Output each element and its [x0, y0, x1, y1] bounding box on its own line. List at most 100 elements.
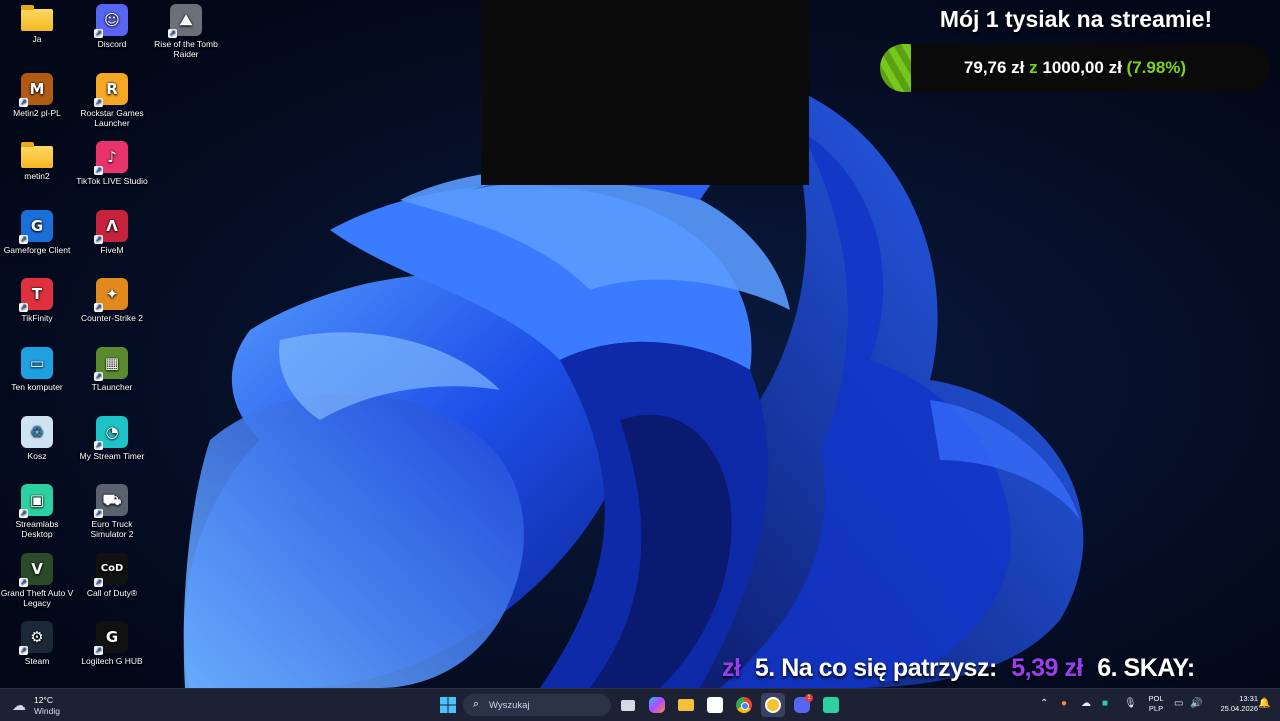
desktop-icon-rise-of-the-tomb-raider[interactable]: ⛰ ↗ Rise of the Tomb Raider	[149, 0, 223, 59]
desktop-icon-label: Counter-Strike 2	[81, 313, 143, 323]
desktop-icon-label: Ten komputer	[11, 382, 63, 392]
shortcut-arrow-icon: ↗	[94, 303, 103, 312]
desktop-icon-ja[interactable]: Ja	[0, 0, 74, 44]
desktop-icon-tiktok-live-studio[interactable]: ♪ ↗ TikTok LIVE Studio	[75, 137, 149, 186]
ticker-item-amount: 5,39 zł	[1011, 654, 1083, 682]
shortcut-arrow-icon: ↗	[168, 29, 177, 38]
hidden-window-overlay	[481, 0, 809, 185]
start-button[interactable]	[436, 693, 460, 717]
desktop-icon-ten-komputer[interactable]: ▭ Ten komputer	[0, 343, 74, 392]
desktop-icon-discord[interactable]: ☺ ↗ Discord	[75, 0, 149, 49]
desktop-icon-label: Call of Duty®	[86, 588, 138, 598]
donation-goal-text: 79,76 zł z 1000,00 zł (7.98%)	[880, 44, 1270, 92]
desktop-icon-rockstar-games-launcher[interactable]: R ↗ Rockstar Games Launcher	[75, 69, 149, 128]
call-of-duty-icon: CoD ↗	[94, 553, 128, 587]
desktop-icon-label: Metin2 pl-PL	[13, 108, 61, 118]
desktop-icon-label: metin2	[24, 171, 50, 181]
desktop-icon-my-stream-timer[interactable]: ◔ ↗ My Stream Timer	[75, 412, 149, 461]
desktop-icon-call-of-duty[interactable]: CoD ↗ Call of Duty®	[75, 549, 149, 598]
logitech-icon: G ↗	[94, 621, 128, 655]
desktop-icon-label: Logitech G HUB	[81, 656, 143, 666]
tray-app-icon[interactable]: ●	[1061, 698, 1067, 709]
streamlabs-icon	[823, 697, 839, 713]
lang-bottom: PLP	[1148, 704, 1164, 713]
goal-separator: z	[1029, 58, 1038, 77]
desktop-icon-kosz[interactable]: ♻ Kosz	[0, 412, 74, 461]
desktop-icon-label: Euro Truck Simulator 2	[90, 519, 134, 539]
desktop-icon-label: Rise of the Tomb Raider	[154, 39, 218, 59]
desktop-icon-logitech-g-hub[interactable]: G ↗ Logitech G HUB	[75, 617, 149, 666]
shortcut-arrow-icon: ↗	[94, 166, 103, 175]
shortcut-arrow-icon: ↗	[19, 303, 28, 312]
shortcut-arrow-icon: ↗	[94, 578, 103, 587]
search-placeholder: Wyszukaj	[489, 700, 530, 711]
desktop-icon-tikfinity[interactable]: T ↗ TikFinity	[0, 274, 74, 323]
ticker-item-label: 5. Na co się patrzysz:	[754, 654, 997, 682]
volume-icon[interactable]: 🔊	[1190, 698, 1202, 709]
desktop-icon-metin2-pl-pl[interactable]: M ↗ Metin2 pl-PL	[0, 69, 74, 118]
cs2-icon: ✦ ↗	[94, 278, 128, 312]
desktop-icon-label: My Stream Timer	[79, 451, 145, 461]
defender-icon[interactable]: ■	[1102, 698, 1108, 709]
shortcut-arrow-icon: ↗	[19, 578, 28, 587]
clock-date: 25.04.2026	[1220, 704, 1258, 713]
desktop-icon-metin2[interactable]: metin2	[0, 137, 74, 181]
goal-current-amount: 79,76 zł	[963, 58, 1025, 77]
desktop: Ja ☺ ↗ Discord ⛰ ↗ Rise of the Tomb Raider M ↗ Me…	[0, 0, 1280, 688]
steam-icon: ⚙ ↗	[19, 621, 53, 655]
folder-icon	[21, 5, 53, 31]
desktop-icon-counter-strike-2[interactable]: ✦ ↗ Counter-Strike 2	[75, 274, 149, 323]
desktop-icon-tlauncher[interactable]: ▦ ↗ TLauncher	[75, 343, 149, 392]
shortcut-arrow-icon: ↗	[94, 646, 103, 655]
taskbar-search-input[interactable]: ⌕ Wyszukaj	[463, 694, 611, 716]
stream-timer-icon: ◔ ↗	[94, 416, 128, 450]
desktop-icon-label: Steam	[24, 656, 50, 666]
lang-top: POL	[1148, 694, 1164, 703]
desktop-icon-fivem[interactable]: Λ ↗ FiveM	[75, 206, 149, 255]
gta-v-icon: V ↗	[19, 553, 53, 587]
desktop-icon-grand-theft-auto-v-legacy[interactable]: V ↗ Grand Theft Auto V Legacy	[0, 549, 74, 608]
desktop-icon-label: FiveM	[100, 245, 124, 255]
task-view-icon	[621, 699, 635, 711]
donation-goal-title: Mój 1 tysiak na streamie!	[939, 6, 1213, 32]
taskbar: ☁ 12°C Windig ⌕ Wyszukaj 1 ⌃ ● ☁ ■ 🎙 POL…	[0, 688, 1280, 721]
notification-bell-icon[interactable]: 🔔	[1258, 698, 1270, 709]
weather-condition: Windig	[34, 706, 60, 716]
task-view-button[interactable]	[616, 693, 640, 717]
fivem-icon: Λ ↗	[94, 210, 128, 244]
desktop-icon-streamlabs-desktop[interactable]: ▣ ↗ Streamlabs Desktop	[0, 480, 74, 539]
discord-icon: ☺ ↗	[94, 4, 128, 38]
gameforge-icon: G ↗	[19, 210, 53, 244]
wind-icon: ☁	[12, 697, 26, 713]
stream-timer-taskbar-button[interactable]	[761, 693, 785, 717]
chrome-icon	[736, 697, 752, 713]
show-hidden-icons-chevron-icon[interactable]: ⌃	[1040, 698, 1048, 709]
file-explorer-button[interactable]	[674, 693, 698, 717]
windows-logo-icon	[440, 697, 456, 713]
ticker-next-label: 6. SKAY:	[1097, 654, 1195, 682]
metin2-icon: M ↗	[19, 73, 53, 107]
copilot-button[interactable]	[645, 693, 669, 717]
shortcut-arrow-icon: ↗	[94, 509, 103, 518]
streamlabs-taskbar-button[interactable]	[819, 693, 843, 717]
desktop-icon-label: Grand Theft Auto V Legacy	[0, 588, 74, 608]
ms-store-button[interactable]	[703, 693, 727, 717]
stream-timer-icon	[765, 697, 781, 713]
system-clock[interactable]: 13:31 25.04.2026	[1208, 694, 1258, 714]
discord-taskbar-button[interactable]: 1	[790, 693, 814, 717]
microphone-icon[interactable]: 🎙	[1124, 698, 1137, 709]
shortcut-arrow-icon: ↗	[94, 235, 103, 244]
desktop-icon-gameforge-client[interactable]: G ↗ Gameforge Client	[0, 206, 74, 255]
onedrive-icon[interactable]: ☁	[1081, 698, 1091, 709]
network-icon[interactable]: ▭	[1174, 698, 1183, 709]
shortcut-arrow-icon: ↗	[19, 98, 28, 107]
tikfinity-icon: T ↗	[19, 278, 53, 312]
goal-percent: (7.98%)	[1126, 58, 1187, 77]
desktop-icon-euro-truck-simulator-2[interactable]: ⛟ ↗ Euro Truck Simulator 2	[75, 480, 149, 539]
input-language-indicator[interactable]: POL PLP	[1146, 694, 1166, 714]
desktop-icon-label: Rockstar Games Launcher	[80, 108, 144, 128]
chrome-button[interactable]	[732, 693, 756, 717]
rockstar-icon: R ↗	[94, 73, 128, 107]
desktop-icon-steam[interactable]: ⚙ ↗ Steam	[0, 617, 74, 666]
desktop-icon-label: Kosz	[27, 451, 47, 461]
